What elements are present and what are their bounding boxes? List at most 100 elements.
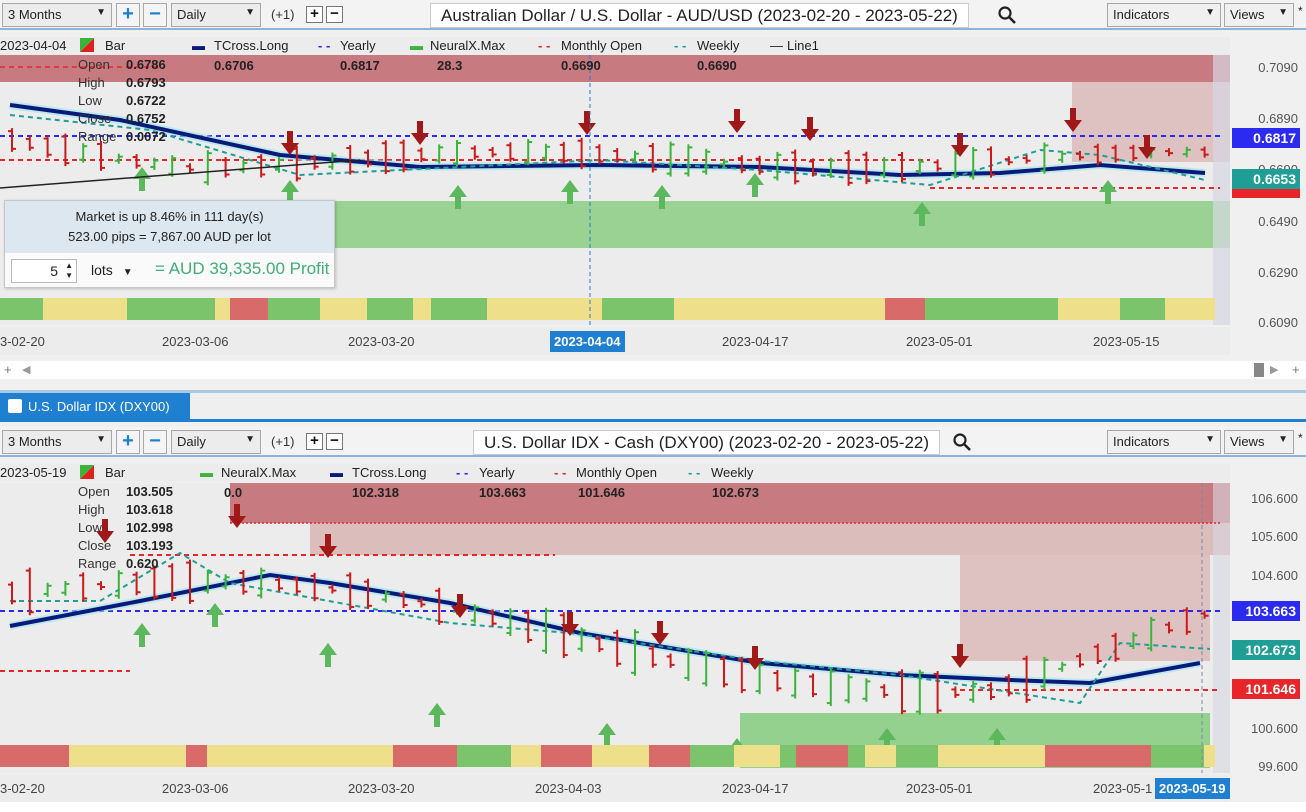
legend-bar: Bar: [105, 38, 126, 53]
trend-strip-segment: [320, 298, 367, 320]
zoom-out-button[interactable]: −: [143, 430, 167, 454]
buy-signal-arrow-icon: [206, 603, 224, 627]
legend-neuralx: NeuralX.Max: [221, 465, 297, 480]
bar-legend-icon: [80, 38, 94, 55]
pin-icon[interactable]: *: [1298, 4, 1303, 18]
pips-text: 523.00 pips = 7,867.00 AUD per lot: [68, 229, 271, 244]
zoom-in-button[interactable]: +: [116, 430, 140, 454]
zone-band: [1213, 483, 1230, 773]
profit-text: = AUD 39,335.00 Profit: [155, 259, 330, 278]
yearly-legend-icon: - -: [318, 38, 331, 53]
line1-trendline: [0, 159, 361, 189]
indicators-dropdown[interactable]: Indicators ▼: [1107, 3, 1221, 27]
scroll-thumb[interactable]: [1254, 363, 1264, 377]
trend-strip-segment: [831, 298, 885, 320]
sell-signal-arrow-icon: [578, 111, 596, 135]
zone-band: [1213, 55, 1230, 325]
legend-weekly: Weekly: [697, 38, 740, 53]
zoom-in-button[interactable]: +: [116, 3, 140, 27]
tab-dxy00[interactable]: U.S. Dollar IDX (DXY00): [0, 393, 190, 421]
step-plus-button[interactable]: +: [306, 433, 323, 450]
trend-strip-segment: [885, 298, 925, 320]
buy-signal-arrow-icon: [561, 180, 579, 204]
candlestick-icon: [8, 399, 22, 413]
sell-signal-arrow-icon: [801, 117, 819, 141]
trend-strip-segment: [69, 745, 109, 767]
legend-monthly: Monthly Open: [576, 465, 657, 480]
trend-strip-segment: [783, 298, 831, 320]
views-dropdown[interactable]: Views ▼: [1224, 3, 1294, 27]
audusd-scrollbar[interactable]: + ◀ ▶ +: [0, 361, 1306, 379]
trend-strip-segment: [1010, 745, 1045, 767]
symbol-title-input[interactable]: U.S. Dollar IDX - Cash (DXY00) (2023-02-…: [473, 430, 941, 455]
trend-strip-segment: [393, 745, 404, 767]
symbol-title-input[interactable]: Australian Dollar / U.S. Dollar - AUD/US…: [430, 3, 969, 28]
trend-strip-segment: [187, 298, 215, 320]
trend-strip-segment: [404, 745, 457, 767]
search-icon[interactable]: [952, 432, 972, 452]
chevron-down-icon: ▼: [1205, 7, 1215, 18]
buy-signal-arrow-icon: [319, 643, 337, 667]
trend-strip-segment: [215, 298, 230, 320]
neuralx-legend-icon: ▬: [410, 38, 423, 53]
chevron-down-icon: ▼: [122, 267, 133, 278]
trend-strip-segment: [1151, 745, 1204, 767]
legend-tcross: TCross.Long: [214, 38, 289, 53]
tcross-legend-icon: ▬: [330, 465, 343, 480]
chevron-down-icon: ▼: [96, 7, 106, 18]
trend-strip-segment: [53, 298, 94, 320]
yearly-legend-icon: - -: [456, 465, 469, 480]
pin-icon[interactable]: *: [1298, 431, 1303, 445]
bottom-toolbar: 3 Months ▼ + − Daily ▼ (+1) + − U.S. Dolla…: [0, 427, 1306, 457]
dxy-chart-pane[interactable]: [0, 483, 1230, 773]
chevron-down-icon: ▼: [245, 434, 255, 445]
zoom-out-button[interactable]: −: [143, 3, 167, 27]
trend-strip-segment: [718, 298, 783, 320]
step-minus-button[interactable]: −: [326, 6, 343, 23]
step-minus-button[interactable]: −: [326, 433, 343, 450]
step-label: (+1): [271, 434, 295, 449]
interval-select[interactable]: Daily ▼: [171, 3, 261, 27]
legend-bar: Bar: [105, 465, 126, 480]
neuralx-legend-icon: ▬: [200, 465, 213, 480]
views-dropdown[interactable]: Views ▼: [1224, 430, 1294, 454]
cursor-date-label: 2023-05-19: [1155, 778, 1230, 799]
trend-strip-segment: [511, 745, 541, 767]
search-icon[interactable]: [997, 5, 1017, 25]
trend-strip-segment: [1003, 298, 1058, 320]
buy-signal-arrow-icon: [598, 723, 616, 747]
lots-unit-dropdown[interactable]: lots ▼: [91, 262, 133, 278]
top-toolbar: 3 Months ▼ + − Daily ▼ (+1) + − Australian…: [0, 0, 1306, 30]
trend-strip-segment: [207, 745, 275, 767]
indicators-dropdown[interactable]: Indicators ▼: [1107, 430, 1221, 454]
chevron-down-icon: ▼: [1205, 434, 1215, 445]
expand-icon[interactable]: +: [4, 362, 12, 377]
chevron-down-icon: ▼: [1278, 434, 1288, 445]
sell-signal-arrow-icon: [451, 594, 469, 618]
trend-strip-segment: [659, 745, 677, 767]
trend-strip-segment: [602, 298, 674, 320]
trend-strip-segment: [457, 745, 511, 767]
lots-stepper[interactable]: 5 ▲ ▼: [11, 259, 77, 283]
scroll-left-icon[interactable]: ◀: [22, 363, 30, 376]
spinner-icon[interactable]: ▲ ▼: [65, 261, 73, 281]
legend-date: 2023-04-04: [0, 38, 67, 53]
buy-signal-arrow-icon: [133, 623, 151, 647]
expand-icon[interactable]: +: [1292, 362, 1300, 377]
legend-monthly: Monthly Open: [561, 38, 642, 53]
period-select[interactable]: 3 Months ▼: [2, 430, 112, 454]
trend-strip-segment: [848, 745, 865, 767]
trend-strip-segment: [1120, 298, 1165, 320]
step-plus-button[interactable]: +: [306, 6, 323, 23]
interval-select[interactable]: Daily ▼: [171, 430, 261, 454]
trend-strip-segment: [690, 745, 734, 767]
trend-strip-segment: [43, 298, 53, 320]
weekly-price-tag: 0.6653: [1232, 169, 1300, 189]
trend-strip-segment: [674, 298, 718, 320]
legend-yearly: Yearly: [340, 38, 376, 53]
period-select[interactable]: 3 Months ▼: [2, 3, 112, 27]
scroll-right-icon[interactable]: ▶: [1270, 363, 1278, 376]
dxy-scrollbar[interactable]: [0, 802, 1306, 812]
cursor-date-label: 2023-04-04: [550, 331, 625, 352]
sell-signal-arrow-icon: [728, 109, 746, 133]
